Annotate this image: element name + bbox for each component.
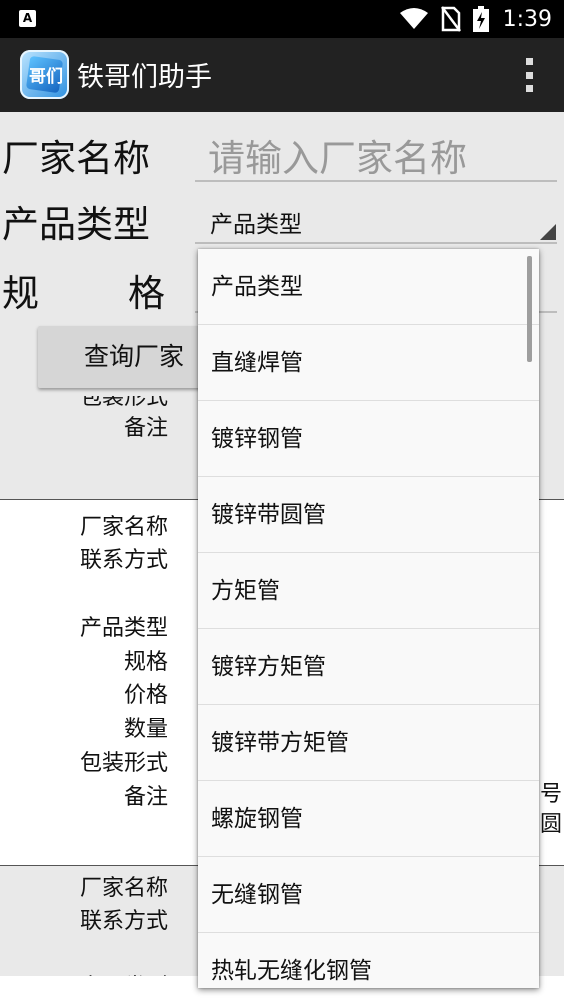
product-type-dropdown[interactable]: 产品类型 直缝焊管 镀锌钢管 镀锌带圆管 方矩管 镀锌方矩管 镀锌带方矩管 螺旋… (198, 249, 539, 988)
type-spinner-underline (195, 242, 557, 244)
query-vendor-button[interactable]: 查询厂家 (38, 326, 208, 388)
status-time: 1:39 (502, 6, 552, 32)
status-bar: A 1:39 (0, 0, 564, 38)
dropdown-item[interactable]: 热轧无缝化钢管 (198, 933, 539, 988)
dropdown-item[interactable]: 镀锌方矩管 (198, 629, 539, 705)
clipped-remark-text: 号 (540, 782, 563, 807)
dropdown-item[interactable]: 镀锌带圆管 (198, 477, 539, 553)
type-label: 产品类型 (2, 203, 150, 246)
dropdown-item[interactable]: 螺旋钢管 (198, 781, 539, 857)
spec-label-part2: 格 (128, 272, 165, 315)
type-spinner[interactable]: 产品类型 (210, 205, 302, 239)
vendor-label: 厂家名称 (2, 137, 150, 180)
spinner-dropdown-icon (540, 224, 556, 240)
app-logo-icon: 哥们 (20, 50, 69, 99)
spec-label-part1: 规 (2, 272, 39, 315)
app-title: 铁哥们助手 (77, 62, 212, 93)
dropdown-item[interactable]: 无缝钢管 (198, 857, 539, 933)
dropdown-item[interactable]: 方矩管 (198, 553, 539, 629)
dropdown-item[interactable]: 直缝焊管 (198, 325, 539, 401)
vendor-input[interactable]: 请输入厂家名称 (208, 128, 467, 182)
dropdown-item[interactable]: 镀锌钢管 (198, 401, 539, 477)
dropdown-item[interactable]: 产品类型 (198, 249, 539, 325)
overflow-menu-icon[interactable] (526, 58, 534, 92)
dropdown-item[interactable]: 镀锌带方矩管 (198, 705, 539, 781)
dropdown-scrollbar[interactable] (527, 256, 532, 362)
vendor-input-underline (195, 180, 557, 182)
no-sim-icon (440, 6, 461, 32)
clipped-remark-text: 圆 (540, 812, 563, 837)
battery-charging-icon (472, 6, 489, 32)
status-indicators: 1:39 (399, 0, 552, 38)
wifi-icon (399, 8, 428, 29)
action-bar: 哥们 铁哥们助手 (0, 38, 564, 112)
notification-app-icon: A (19, 10, 36, 27)
